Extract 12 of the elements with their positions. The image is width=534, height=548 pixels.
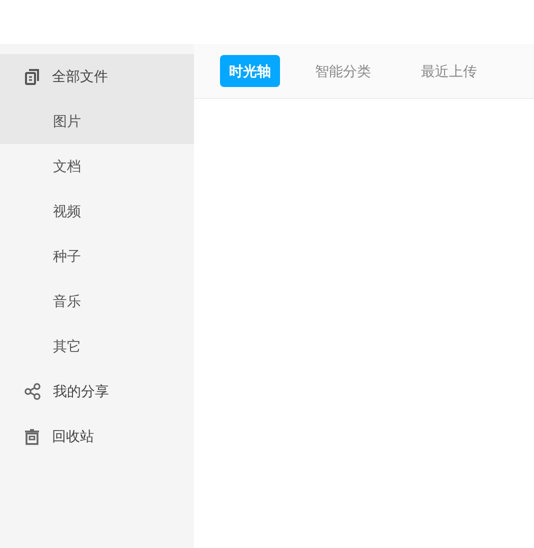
- sidebar-item[interactable]: 我的分享: [0, 369, 194, 414]
- sidebar-item[interactable]: 视频: [0, 189, 194, 234]
- sidebar-item[interactable]: 文档: [0, 144, 194, 189]
- sidebar-item[interactable]: 其它: [0, 324, 194, 369]
- sidebar-item[interactable]: 音乐: [0, 279, 194, 324]
- sidebar-item[interactable]: 种子: [0, 234, 194, 279]
- files-icon: [24, 68, 40, 84]
- sidebar-item[interactable]: 图片: [0, 99, 194, 144]
- share-icon: [24, 383, 41, 400]
- sidebar-item[interactable]: 回收站: [0, 414, 194, 459]
- trash-icon: [24, 428, 40, 444]
- sidebar-item[interactable]: 全部文件: [0, 54, 194, 99]
